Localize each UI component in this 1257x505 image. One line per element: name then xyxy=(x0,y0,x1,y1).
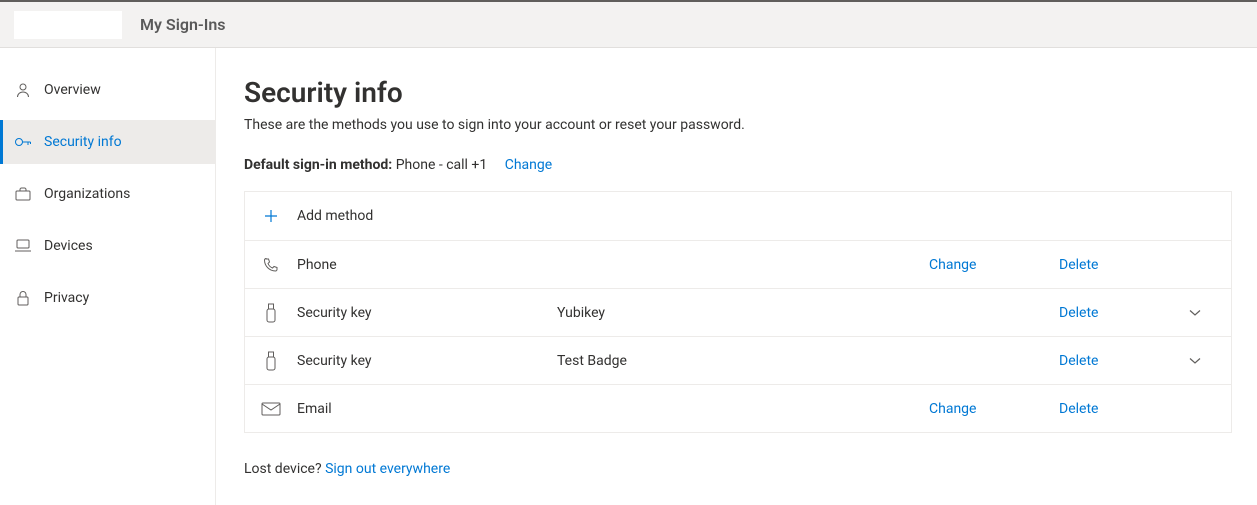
add-method-label: Add method xyxy=(297,208,373,224)
default-method-value: Phone - call +1 xyxy=(396,157,488,173)
sign-out-everywhere-link[interactable]: Sign out everywhere xyxy=(325,461,450,477)
method-name: Security key xyxy=(297,305,557,321)
person-icon xyxy=(14,81,32,99)
app-title: My Sign-Ins xyxy=(140,15,226,34)
method-row-phone: Phone Change Delete xyxy=(245,240,1231,288)
method-row-security-key: Security key Test Badge Delete xyxy=(245,336,1231,384)
sidebar-item-label: Overview xyxy=(44,82,101,98)
brand-logo-placeholder xyxy=(14,11,122,39)
change-default-method-link[interactable]: Change xyxy=(505,157,552,173)
method-row-email: Email Change Delete xyxy=(245,384,1231,432)
phone-icon xyxy=(259,255,283,275)
key-icon xyxy=(14,133,32,151)
change-link[interactable]: Change xyxy=(929,257,1059,273)
change-link[interactable]: Change xyxy=(929,401,1059,417)
delete-link[interactable]: Delete xyxy=(1059,257,1189,273)
chevron-down-icon[interactable] xyxy=(1189,309,1217,317)
method-row-security-key: Security key Yubikey Delete xyxy=(245,288,1231,336)
sidebar-item-devices[interactable]: Devices xyxy=(0,224,215,268)
method-name: Email xyxy=(297,401,557,417)
page-title: Security info xyxy=(244,76,1257,109)
method-name: Security key xyxy=(297,353,557,369)
sidebar: Overview Security info Organizations xyxy=(0,48,216,505)
lock-icon xyxy=(14,289,32,307)
main-content: Security info These are the methods you … xyxy=(216,48,1257,505)
sidebar-item-label: Privacy xyxy=(44,290,89,306)
top-bar: My Sign-Ins xyxy=(0,0,1257,48)
sidebar-item-overview[interactable]: Overview xyxy=(0,68,215,112)
chevron-down-icon[interactable] xyxy=(1189,357,1217,365)
methods-panel: Add method Phone Change Delete xyxy=(244,191,1232,433)
default-method-label: Default sign-in method: xyxy=(244,157,392,173)
delete-link[interactable]: Delete xyxy=(1059,305,1189,321)
sidebar-item-label: Devices xyxy=(44,238,93,254)
add-method-button[interactable]: Add method xyxy=(245,192,1231,240)
page-description: These are the methods you use to sign in… xyxy=(244,117,1257,133)
sidebar-item-label: Organizations xyxy=(44,186,130,202)
sidebar-item-privacy[interactable]: Privacy xyxy=(0,276,215,320)
mail-icon xyxy=(259,399,283,419)
sidebar-item-organizations[interactable]: Organizations xyxy=(0,172,215,216)
method-value: Test Badge xyxy=(557,353,929,369)
laptop-icon xyxy=(14,237,32,255)
lost-device-line: Lost device? Sign out everywhere xyxy=(244,461,1257,477)
default-signin-method: Default sign-in method: Phone - call +1 … xyxy=(244,157,1257,173)
method-name: Phone xyxy=(297,257,557,273)
briefcase-icon xyxy=(14,185,32,203)
lost-device-prompt: Lost device? xyxy=(244,461,322,477)
usb-key-icon xyxy=(259,351,283,371)
usb-key-icon xyxy=(259,303,283,323)
plus-icon xyxy=(259,206,283,226)
delete-link[interactable]: Delete xyxy=(1059,401,1189,417)
delete-link[interactable]: Delete xyxy=(1059,353,1189,369)
sidebar-item-security-info[interactable]: Security info xyxy=(0,120,215,164)
method-value: Yubikey xyxy=(557,305,929,321)
sidebar-item-label: Security info xyxy=(44,134,122,150)
